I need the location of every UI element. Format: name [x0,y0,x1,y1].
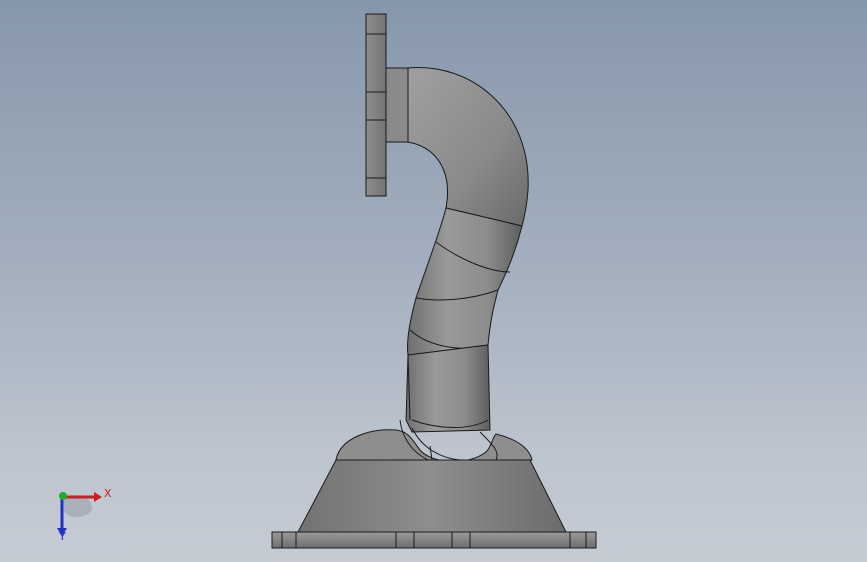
top-flange[interactable] [365,13,409,197]
s-bend-pipe[interactable] [407,207,523,356]
y-axis-dot [59,492,67,500]
base-cone[interactable] [297,459,567,533]
x-axis-arrowhead [94,492,102,502]
y-axis-label: Y [58,530,66,543]
x-axis-label: X [104,487,112,500]
upper-elbow[interactable] [407,67,529,227]
lower-pipe[interactable] [405,344,491,433]
model-canvas[interactable]: X Y [0,0,867,562]
reference-triad: X Y [57,487,112,543]
graphics-viewport[interactable]: X Y [0,0,867,562]
base-plate[interactable] [271,531,597,549]
